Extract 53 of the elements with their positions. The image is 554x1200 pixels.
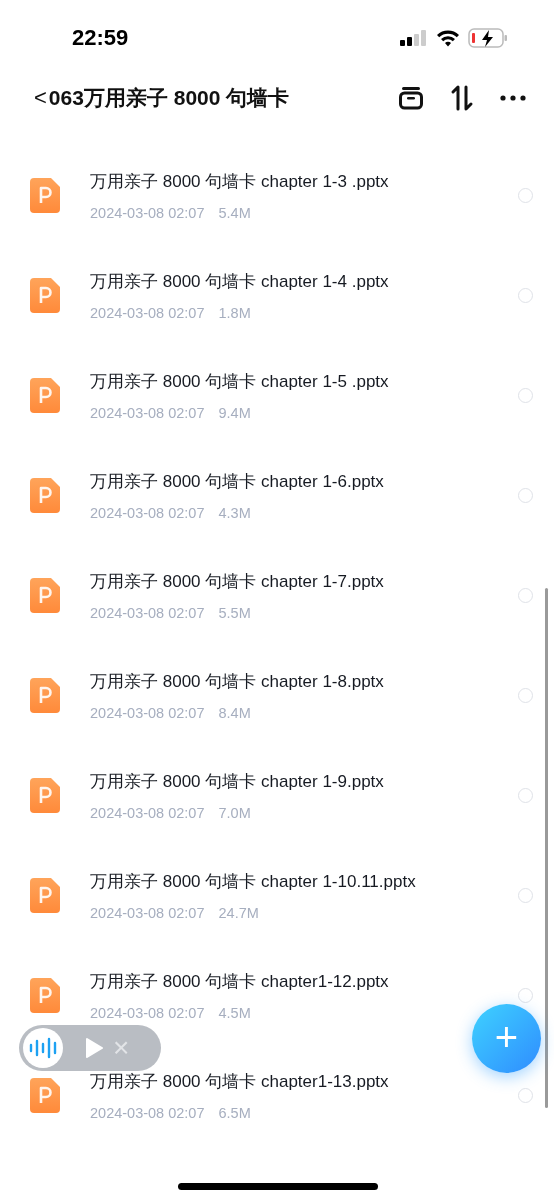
file-size: 8.4M (218, 704, 251, 721)
file-size: 4.5M (218, 1004, 251, 1021)
file-name[interactable]: 万用亲子 8000 句墙卡 chapter1-13.pptx (90, 1069, 389, 1093)
wifi-icon (436, 29, 460, 47)
play-icon[interactable] (85, 1037, 103, 1059)
file-size: 9.4M (218, 404, 251, 421)
file-date: 2024-03-08 02:07 (90, 504, 205, 521)
file-name[interactable]: 万用亲子 8000 句墙卡 chapter 1-4 .pptx (90, 269, 389, 293)
file-size: 24.7M (218, 904, 259, 921)
file-name[interactable]: 万用亲子 8000 句墙卡 chapter 1-3 .pptx (90, 169, 389, 193)
file-name[interactable]: 万用亲子 8000 句墙卡 chapter 1-6.pptx (90, 469, 384, 493)
file-size: 6.5M (218, 1104, 251, 1121)
presentation-file-icon (30, 777, 60, 813)
presentation-file-icon (30, 477, 60, 513)
file-size: 4.3M (218, 504, 251, 521)
sound-wave-icon (29, 1037, 57, 1059)
sort-icon[interactable] (450, 85, 474, 111)
file-date: 2024-03-08 02:07 (90, 304, 205, 321)
file-name[interactable]: 万用亲子 8000 句墙卡 chapter 1-9.pptx (90, 769, 384, 793)
file-name[interactable]: 万用亲子 8000 句墙卡 chapter 1-5 .pptx (90, 369, 389, 393)
file-size: 1.8M (218, 304, 251, 321)
file-name[interactable]: 万用亲子 8000 句墙卡 chapter 1-8.pptx (90, 669, 384, 693)
file-size: 7.0M (218, 804, 251, 821)
file-date: 2024-03-08 02:07 (90, 1104, 205, 1121)
file-date: 2024-03-08 02:07 (90, 904, 205, 921)
archive-icon[interactable] (398, 85, 424, 111)
file-name[interactable]: 万用亲子 8000 句墙卡 chapter 1-10.11.pptx (90, 869, 416, 893)
battery-charging-icon (468, 28, 508, 48)
back-button[interactable]: < (34, 87, 49, 109)
file-size: 5.5M (218, 604, 251, 621)
file-date: 2024-03-08 02:07 (90, 1004, 205, 1021)
presentation-file-icon (30, 177, 60, 213)
presentation-file-icon (30, 377, 60, 413)
voice-button[interactable] (23, 1028, 63, 1068)
file-date: 2024-03-08 02:07 (90, 404, 205, 421)
file-date: 2024-03-08 02:07 (90, 804, 205, 821)
clock-time: 22:59 (72, 25, 130, 51)
presentation-file-icon (30, 277, 60, 313)
file-name[interactable]: 万用亲子 8000 句墙卡 chapter1-12.pptx (90, 969, 389, 993)
presentation-file-icon (30, 877, 60, 913)
file-date: 2024-03-08 02:07 (90, 704, 205, 721)
file-date: 2024-03-08 02:07 (90, 204, 205, 221)
file-name[interactable]: 万用亲子 8000 句墙卡 chapter 1-7.pptx (90, 569, 384, 593)
presentation-file-icon (30, 577, 60, 613)
file-size: 5.4M (218, 204, 251, 221)
folder-title: 063万用亲子 8000 句墙卡 (48, 85, 291, 111)
signal-icon (400, 30, 428, 46)
more-icon[interactable] (500, 95, 526, 101)
presentation-file-icon (30, 1077, 60, 1113)
presentation-file-icon (30, 677, 60, 713)
presentation-file-icon (30, 977, 60, 1013)
file-date: 2024-03-08 02:07 (90, 604, 205, 621)
scroll-bar[interactable] (545, 588, 548, 1108)
